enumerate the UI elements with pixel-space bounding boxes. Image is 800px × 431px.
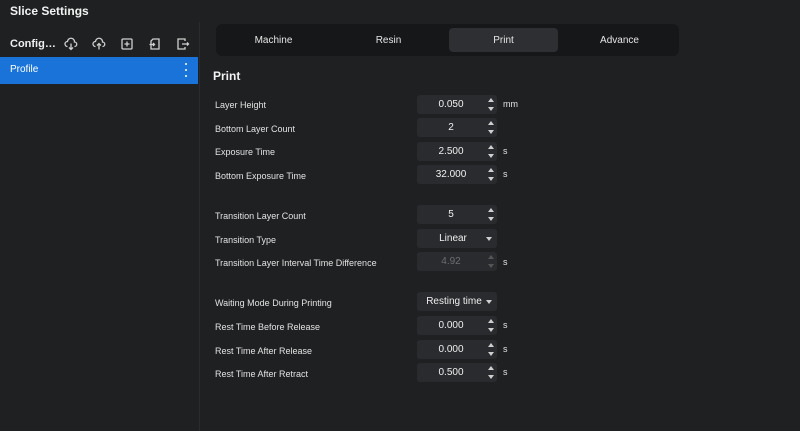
transition-type-select[interactable]: Linear (417, 229, 497, 248)
transition-layer-count-value: 5 (448, 209, 454, 220)
layer-height-stepper[interactable] (487, 97, 495, 112)
rest-after-retract-label: Rest Time After Retract (215, 369, 309, 379)
transition-layer-count-label: Transition Layer Count (215, 211, 306, 221)
exposure-time-label: Exposure Time (215, 147, 276, 157)
increment-icon (487, 254, 495, 260)
rest-after-release-value: 0.000 (438, 344, 464, 355)
rest-after-retract-input[interactable]: 0.500 (417, 363, 497, 382)
more-options-icon[interactable] (184, 63, 188, 77)
rest-after-retract-value: 0.500 (438, 367, 464, 378)
transition-interval-input: 4.92 (417, 252, 497, 271)
bottom-layer-count-label: Bottom Layer Count (215, 124, 296, 134)
bottom-exposure-time-label: Bottom Exposure Time (215, 171, 307, 181)
transition-type-value: Linear (439, 233, 467, 244)
tab-resin[interactable]: Resin (334, 28, 443, 52)
decrement-icon (487, 263, 495, 269)
sidebar-item-profile[interactable]: Profile (0, 57, 198, 84)
decrement-icon[interactable] (487, 374, 495, 380)
import-icon[interactable] (147, 36, 163, 52)
tab-print[interactable]: Print (449, 28, 558, 52)
rest-before-release-input[interactable]: 0.000 (417, 316, 497, 335)
increment-icon[interactable] (487, 207, 495, 213)
sidebar-item-label: Profile (10, 64, 39, 75)
bottom-layer-count-value: 2 (448, 122, 454, 133)
exposure-time-unit: s (503, 146, 508, 156)
transition-interval-stepper (487, 254, 495, 269)
decrement-icon[interactable] (487, 327, 495, 333)
waiting-mode-label: Waiting Mode During Printing (215, 298, 332, 308)
waiting-mode-value: Resting time (426, 296, 482, 307)
layer-height-label: Layer Height (215, 100, 267, 110)
rest-before-release-label: Rest Time Before Release (215, 322, 321, 332)
exposure-time-value: 2.500 (438, 146, 464, 157)
tab-bar: Machine Resin Print Advance (216, 24, 679, 56)
main-panel: Machine Resin Print Advance Print Layer … (201, 22, 800, 431)
increment-icon[interactable] (487, 167, 495, 173)
decrement-icon[interactable] (487, 153, 495, 159)
transition-layer-count-input[interactable]: 5 (417, 205, 497, 224)
export-icon[interactable] (175, 36, 191, 52)
transition-interval-value: 4.92 (441, 256, 461, 267)
rest-after-release-label: Rest Time After Release (215, 346, 313, 356)
configuration-title: Configur... (10, 38, 60, 50)
rest-after-release-unit: s (503, 344, 508, 354)
cloud-upload-icon[interactable] (91, 36, 107, 52)
sidebar-header: Configur... (0, 32, 200, 56)
rest-after-release-stepper[interactable] (487, 342, 495, 357)
rest-before-release-stepper[interactable] (487, 318, 495, 333)
decrement-icon[interactable] (487, 129, 495, 135)
window-title: Slice Settings (10, 4, 89, 18)
tab-machine[interactable]: Machine (219, 28, 328, 52)
add-file-icon[interactable] (119, 36, 135, 52)
rest-after-release-input[interactable]: 0.000 (417, 340, 497, 359)
rest-after-retract-unit: s (503, 367, 508, 377)
transition-interval-unit: s (503, 257, 508, 267)
exposure-time-input[interactable]: 2.500 (417, 142, 497, 161)
transition-interval-label: Transition Layer Interval Time Differenc… (215, 258, 377, 268)
decrement-icon[interactable] (487, 351, 495, 357)
layer-height-value: 0.050 (438, 99, 464, 110)
exposure-time-stepper[interactable] (487, 144, 495, 159)
bottom-layer-count-input[interactable]: 2 (417, 118, 497, 137)
tab-advance[interactable]: Advance (564, 28, 675, 52)
rest-after-retract-stepper[interactable] (487, 365, 495, 380)
bottom-exposure-time-value: 32.000 (435, 169, 467, 180)
increment-icon[interactable] (487, 97, 495, 103)
bottom-exposure-time-unit: s (503, 169, 508, 179)
waiting-mode-select[interactable]: Resting time (417, 292, 497, 311)
increment-icon[interactable] (487, 144, 495, 150)
rest-before-release-unit: s (503, 320, 508, 330)
bottom-layer-count-stepper[interactable] (487, 120, 495, 135)
bottom-exposure-time-input[interactable]: 32.000 (417, 165, 497, 184)
bottom-exposure-time-stepper[interactable] (487, 167, 495, 182)
transition-type-label: Transition Type (215, 235, 277, 245)
chevron-down-icon (486, 237, 492, 241)
rest-before-release-value: 0.000 (438, 320, 464, 331)
decrement-icon[interactable] (487, 216, 495, 222)
transition-layer-count-stepper[interactable] (487, 207, 495, 222)
title-bar: Slice Settings (0, 0, 800, 22)
increment-icon[interactable] (487, 318, 495, 324)
layer-height-unit: mm (503, 99, 518, 109)
layer-height-input[interactable]: 0.050 (417, 95, 497, 114)
increment-icon[interactable] (487, 342, 495, 348)
chevron-down-icon (486, 300, 492, 304)
decrement-icon[interactable] (487, 176, 495, 182)
cloud-download-icon[interactable] (63, 36, 79, 52)
section-title: Print (213, 69, 241, 83)
increment-icon[interactable] (487, 365, 495, 371)
decrement-icon[interactable] (487, 106, 495, 112)
sidebar: Configur... Profile (0, 22, 200, 431)
increment-icon[interactable] (487, 120, 495, 126)
